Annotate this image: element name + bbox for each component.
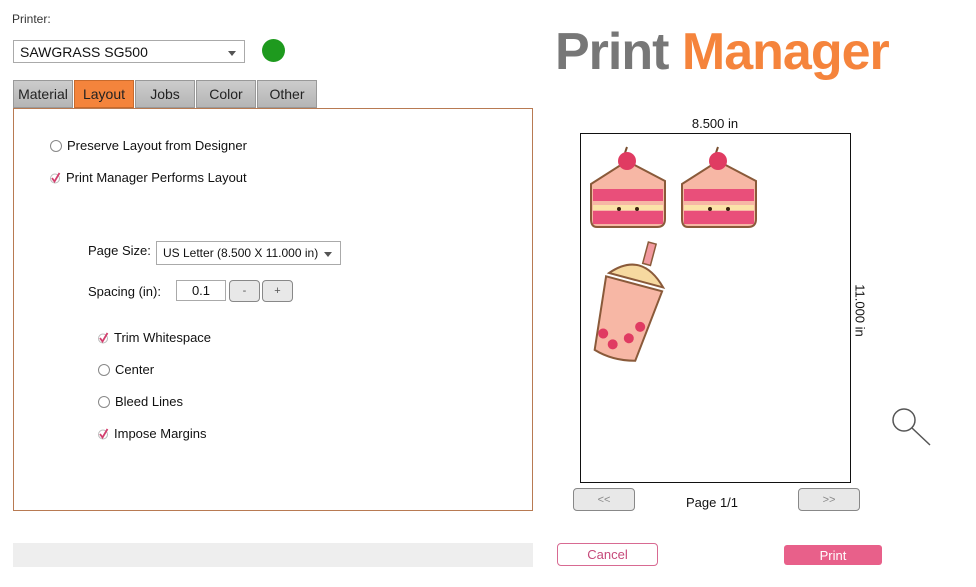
logo-word-print: Print bbox=[555, 23, 669, 81]
tab-material[interactable]: Material bbox=[13, 80, 73, 108]
radio-icon bbox=[98, 363, 110, 376]
progress-bar bbox=[13, 543, 533, 567]
printer-status-indicator bbox=[262, 39, 285, 62]
impose-margins-checkbox[interactable]: Impose Margins bbox=[97, 426, 206, 441]
checkmark-icon bbox=[49, 172, 61, 184]
tab-label: Color bbox=[209, 86, 243, 102]
checkmark-icon bbox=[97, 428, 109, 440]
bleed-lines-radio[interactable]: Bleed Lines bbox=[98, 394, 183, 409]
bubble-tea-image bbox=[593, 241, 666, 362]
spacing-decrement-button[interactable]: - bbox=[229, 280, 260, 302]
option-label: Preserve Layout from Designer bbox=[67, 138, 247, 153]
tab-label: Jobs bbox=[150, 86, 180, 102]
option-label: Trim Whitespace bbox=[114, 330, 212, 345]
option-label: Print Manager Performs Layout bbox=[66, 170, 247, 185]
print-button[interactable]: Print bbox=[784, 545, 882, 565]
spacing-label: Spacing (in): bbox=[88, 284, 161, 299]
printer-value: SAWGRASS SG500 bbox=[20, 43, 148, 60]
option-label: Bleed Lines bbox=[115, 394, 183, 409]
page-size-value: US Letter (8.500 X 11.000 in) bbox=[163, 246, 319, 260]
tab-color[interactable]: Color bbox=[196, 80, 256, 108]
preview-artwork bbox=[590, 146, 757, 362]
layout-panel bbox=[13, 108, 533, 511]
radio-icon bbox=[50, 139, 62, 152]
tab-label: Other bbox=[269, 86, 305, 102]
cancel-button[interactable]: Cancel bbox=[557, 543, 658, 566]
trim-whitespace-checkbox[interactable]: Trim Whitespace bbox=[97, 330, 211, 345]
chevron-down-icon bbox=[324, 252, 332, 257]
next-page-button[interactable]: >> bbox=[798, 488, 860, 511]
tab-label: Layout bbox=[82, 86, 126, 102]
page-width-label: 8.500 in bbox=[691, 116, 739, 131]
option-label: Center bbox=[115, 362, 155, 377]
performs-layout-radio[interactable]: Print Manager Performs Layout bbox=[49, 170, 247, 185]
spacing-increment-button[interactable]: + bbox=[262, 280, 293, 302]
chevron-down-icon bbox=[228, 50, 236, 56]
page-indicator: Page 1/1 bbox=[685, 495, 739, 510]
page-size-select[interactable]: US Letter (8.500 X 11.000 in) bbox=[156, 241, 341, 265]
logo-word-manager: Manager bbox=[681, 23, 890, 81]
tab-layout[interactable]: Layout bbox=[74, 80, 134, 108]
page-preview[interactable] bbox=[580, 133, 851, 483]
tab-jobs[interactable]: Jobs bbox=[135, 80, 195, 108]
radio-icon bbox=[98, 395, 110, 408]
previous-page-button[interactable]: << bbox=[573, 488, 635, 511]
page-size-label: Page Size: bbox=[88, 243, 151, 258]
spacing-input[interactable]: 0.1 bbox=[176, 280, 226, 301]
tab-label: Material bbox=[18, 86, 68, 102]
page-height-label: 11.000 in bbox=[852, 284, 868, 337]
logo: Print Manager bbox=[555, 22, 890, 82]
cake-slice-image bbox=[590, 146, 666, 228]
center-radio[interactable]: Center bbox=[98, 362, 154, 377]
tab-other[interactable]: Other bbox=[257, 80, 317, 108]
preserve-layout-radio[interactable]: Preserve Layout from Designer bbox=[50, 138, 247, 153]
printer-label: Printer: bbox=[12, 12, 51, 26]
cake-slice-image bbox=[681, 146, 757, 228]
printer-select[interactable]: SAWGRASS SG500 bbox=[13, 40, 245, 63]
magnifier-icon[interactable] bbox=[890, 406, 934, 448]
checkmark-icon bbox=[97, 332, 109, 344]
option-label: Impose Margins bbox=[114, 426, 207, 441]
